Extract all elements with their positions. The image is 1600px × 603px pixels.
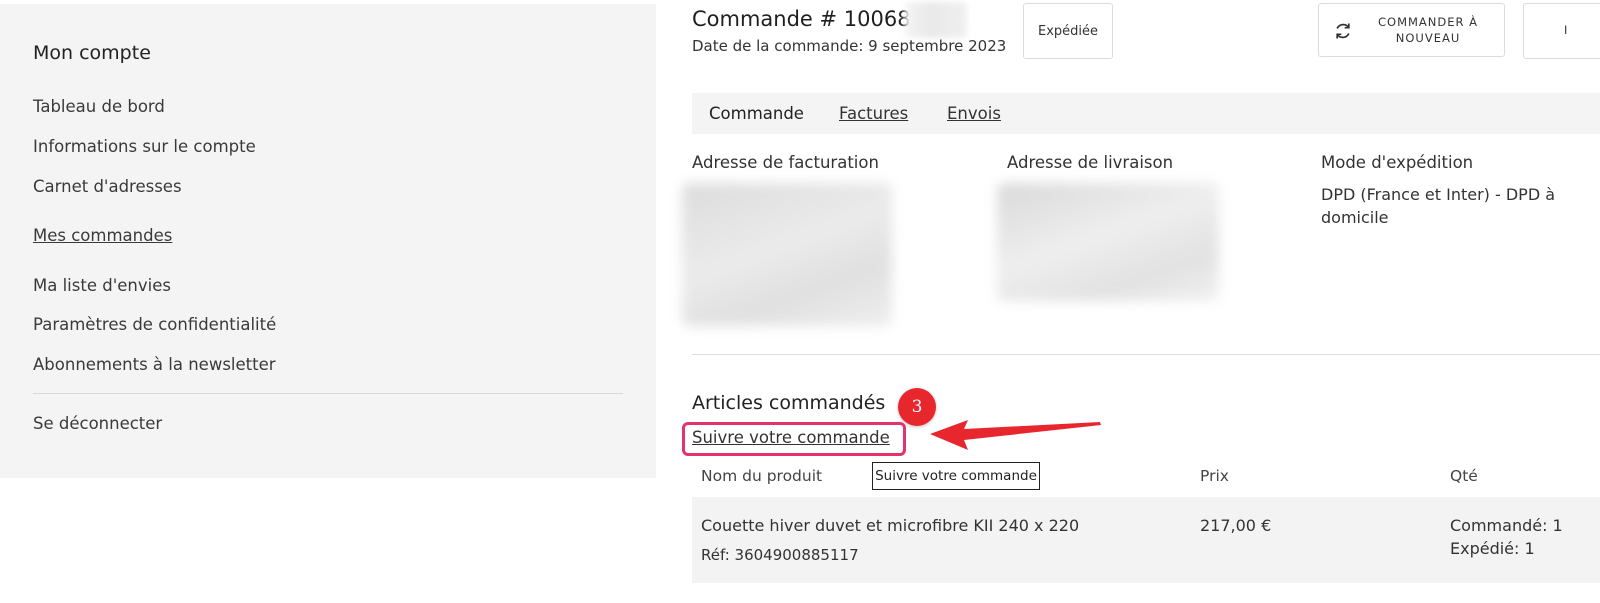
track-order-link[interactable]: Suivre votre commande	[692, 428, 890, 447]
product-ref: Réf: 3604900885117	[701, 546, 859, 564]
sidebar-title: Mon compte	[33, 42, 151, 64]
sidebar-item-newsletter[interactable]: Abonnements à la newsletter	[33, 355, 276, 374]
red-arrow-annotation	[930, 420, 1101, 450]
print-button[interactable]: I	[1523, 3, 1600, 59]
qty-shipped: Expédié: 1	[1450, 539, 1535, 558]
sidebar-item-dashboard[interactable]: Tableau de bord	[33, 97, 165, 116]
sidebar-item-wishlist[interactable]: Ma liste d'envies	[33, 276, 171, 295]
sidebar-item-my-orders[interactable]: Mes commandes	[33, 226, 172, 245]
sidebar-divider	[33, 393, 623, 394]
section-divider	[692, 354, 1600, 355]
refresh-icon	[1336, 23, 1350, 39]
qty-ordered: Commandé: 1	[1450, 516, 1563, 535]
order-title: Commande # 100683	[692, 7, 924, 31]
order-status-badge: Expédiée	[1023, 3, 1113, 59]
tab-invoices[interactable]: Factures	[839, 104, 908, 123]
reorder-button[interactable]: COMMANDER À NOUVEAU	[1318, 3, 1505, 57]
column-header-product: Nom du produit	[701, 467, 823, 485]
order-tabs: Commande Factures Envois	[692, 93, 1600, 134]
ordered-items-title: Articles commandés	[692, 392, 886, 414]
redacted-shipping-address	[997, 183, 1219, 301]
tab-order[interactable]: Commande	[709, 104, 804, 123]
shipping-address-heading: Adresse de livraison	[1007, 153, 1174, 172]
sidebar-item-account-info[interactable]: Informations sur le compte	[33, 137, 256, 156]
account-sidebar: Mon compte Tableau de bord Informations …	[0, 4, 656, 478]
sidebar-item-privacy[interactable]: Paramètres de confidentialité	[33, 315, 276, 334]
tab-shipments[interactable]: Envois	[947, 104, 1001, 123]
redacted-billing-address	[682, 183, 892, 326]
column-header-qty: Qté	[1450, 467, 1478, 485]
reorder-label: COMMANDER À NOUVEAU	[1377, 15, 1479, 45]
print-label: I	[1564, 23, 1568, 37]
billing-address-heading: Adresse de facturation	[692, 153, 879, 172]
order-date: Date de la commande: 9 septembre 2023	[692, 37, 1007, 55]
sidebar-item-address-book[interactable]: Carnet d'adresses	[33, 177, 182, 196]
redacted-order-number	[905, 2, 967, 38]
shipping-method-heading: Mode d'expédition	[1321, 153, 1474, 172]
product-price: 217,00 €	[1200, 516, 1272, 535]
track-order-tooltip: Suivre votre commande	[872, 462, 1040, 490]
shipping-method-value: DPD (France et Inter) - DPD à domicile	[1321, 185, 1556, 227]
logout-link[interactable]: Se déconnecter	[33, 414, 162, 433]
product-name: Couette hiver duvet et microfibre KII 24…	[701, 516, 1080, 535]
column-header-price: Prix	[1200, 467, 1229, 485]
